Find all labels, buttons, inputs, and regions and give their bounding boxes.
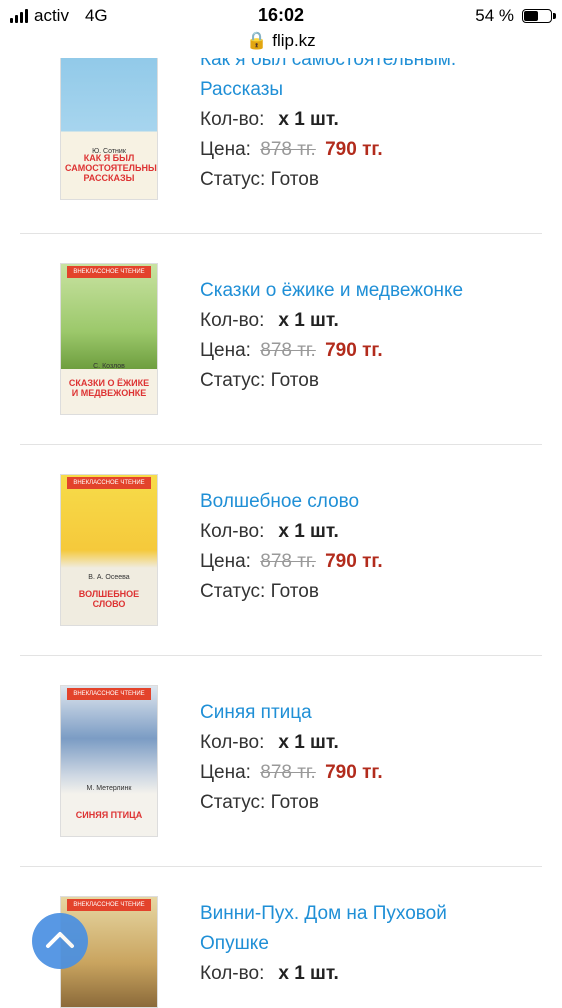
qty-row: Кол-во: x 1 шт. [200, 963, 339, 984]
order-item: ВНЕКЛАССНОЕ ЧТЕНИЕ С. Козлов СКАЗКИ О ЁЖ… [20, 233, 542, 445]
item-title-link[interactable]: Винни-Пух. Дом на Пуховой Опушке [200, 899, 447, 959]
book-cover[interactable]: ВНЕКЛАССНОЕ ЧТЕНИЕ С. Козлов СКАЗКИ О ЁЖ… [60, 263, 158, 415]
status-row: Статус: Готов [200, 370, 319, 391]
item-title-link[interactable]: Сказки о ёжике и медвежонке [200, 276, 463, 306]
status-row: Статус: Готов [200, 581, 319, 602]
lock-icon: 🔒 [246, 31, 268, 50]
battery-icon [522, 9, 556, 23]
price-row: Цена: 878 тг. 790 тг. [200, 139, 383, 160]
cover-title: СКАЗКИ О ЁЖИКЕ И МЕДВЕЖОНКЕ [68, 378, 150, 398]
cover-author: В. А. Осеева [88, 574, 130, 581]
order-item: ВНЕКЛАССНОЕ ЧТЕНИЕ В. А. Осеева ВОЛШЕБНО… [20, 444, 542, 656]
cover-badge: ВНЕКЛАССНОЕ ЧТЕНИЕ [67, 899, 151, 911]
cover-author: М. Метерлинк [86, 785, 132, 792]
chevron-up-icon [46, 932, 74, 948]
order-item: ВНЕКЛАССНОЕ ЧТЕНИЕ Винни-Пух. Дом на Пух… [20, 866, 542, 1008]
item-title-link[interactable]: Волшебное слово [200, 487, 383, 517]
status-bar: activ 4G 16:02 🔒 flip.kz 54 % [0, 0, 562, 58]
book-cover[interactable]: Ю. Сотник КАК Я БЫЛ САМОСТОЯТЕЛЬНЫМ РАСС… [60, 48, 158, 200]
qty-row: Кол-во: x 1 шт. [200, 109, 339, 130]
cover-badge: ВНЕКЛАССНОЕ ЧТЕНИЕ [67, 688, 151, 700]
battery-info: 54 % [475, 6, 556, 26]
qty-row: Кол-во: x 1 шт. [200, 521, 339, 542]
price-row: Цена: 878 тг. 790 тг. [200, 551, 383, 572]
qty-row: Кол-во: x 1 шт. [200, 732, 339, 753]
status-row: Статус: Готов [200, 169, 319, 190]
price-row: Цена: 878 тг. 790 тг. [200, 762, 383, 783]
qty-row: Кол-во: x 1 шт. [200, 310, 339, 331]
item-title-link[interactable]: Синяя птица [200, 698, 383, 728]
cover-author: С. Козлов [93, 363, 125, 370]
status-row: Статус: Готов [200, 792, 319, 813]
book-cover[interactable]: ВНЕКЛАССНОЕ ЧТЕНИЕ В. А. Осеева ВОЛШЕБНО… [60, 474, 158, 626]
battery-percent: 54 % [475, 6, 514, 25]
price-row: Цена: 878 тг. 790 тг. [200, 340, 383, 361]
cover-title: ВОЛШЕБНОЕ СЛОВО [78, 589, 140, 609]
book-cover[interactable]: ВНЕКЛАССНОЕ ЧТЕНИЕ М. Метерлинк СИНЯЯ ПТ… [60, 685, 158, 837]
cover-badge: ВНЕКЛАССНОЕ ЧТЕНИЕ [67, 266, 151, 278]
cover-badge: ВНЕКЛАССНОЕ ЧТЕНИЕ [67, 477, 151, 489]
cover-title: СИНЯЯ ПТИЦА [75, 810, 143, 820]
url-text: flip.kz [272, 31, 316, 50]
order-item: ВНЕКЛАССНОЕ ЧТЕНИЕ М. Метерлинк СИНЯЯ ПТ… [20, 655, 542, 867]
cover-title: КАК Я БЫЛ САМОСТОЯТЕЛЬНЫМ РАССКАЗЫ [65, 153, 158, 183]
address-bar[interactable]: 🔒 flip.kz [0, 31, 562, 51]
scroll-to-top-button[interactable] [32, 913, 88, 969]
